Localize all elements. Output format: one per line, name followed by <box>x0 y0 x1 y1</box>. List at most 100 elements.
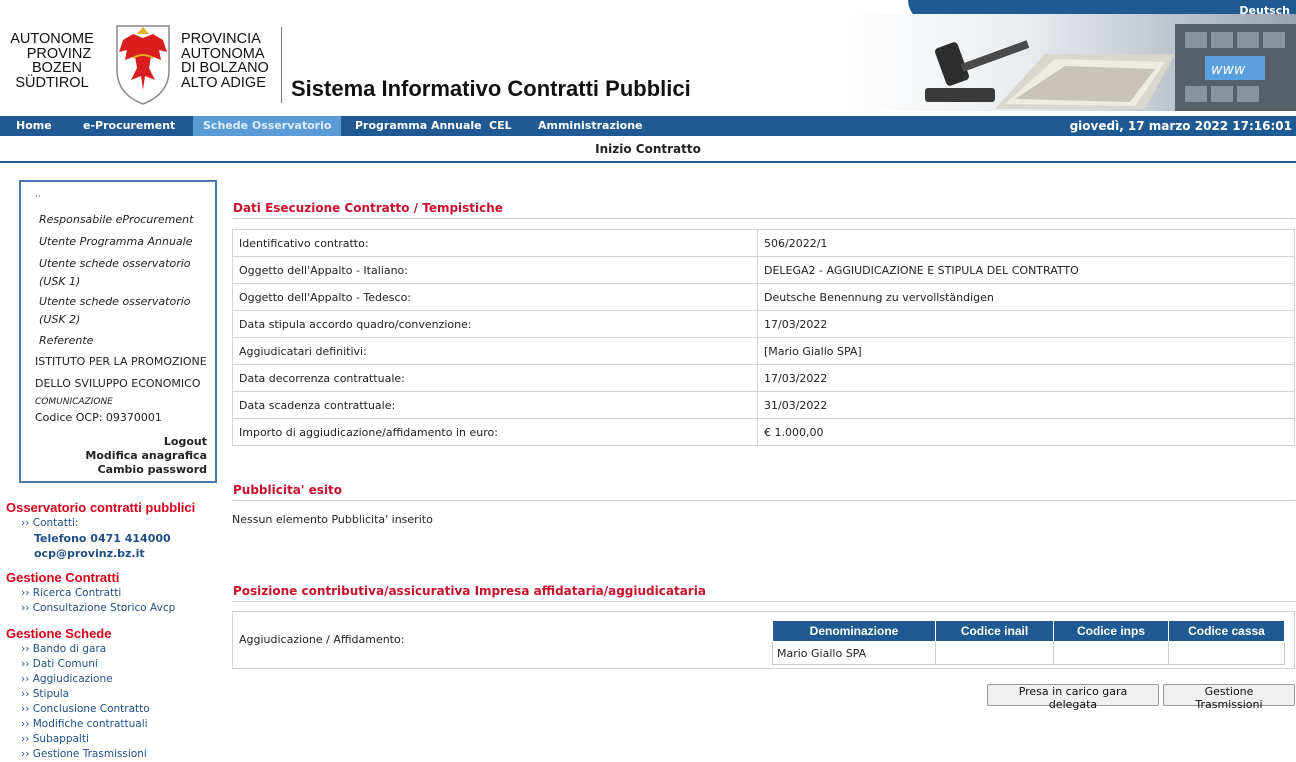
province-logo: AUTONOME PROVINZ BOZEN SÜDTIROL PROVINCI… <box>6 24 278 106</box>
pubblicita-section-title: Pubblicita' esito <box>233 483 1295 501</box>
column-header: Denominazione <box>772 620 936 642</box>
sidebar-item-label: Bando di gara <box>32 643 107 655</box>
logo-text-german: AUTONOME PROVINZ BOZEN SÜDTIROL <box>6 32 98 90</box>
field-value: 506/2022/1 <box>757 229 1295 257</box>
gestione-schede-heading: Gestione Schede <box>6 626 112 641</box>
role-list-marker: ·· <box>35 192 41 202</box>
posizione-section-title: Posizione contributiva/assicurativa Impr… <box>233 584 1295 602</box>
svg-text:www: www <box>1211 62 1246 78</box>
table-row: Data decorrenza contrattuale: 17/03/2022 <box>232 364 1295 392</box>
column-header: Codice inps <box>1053 620 1169 642</box>
main-nav: Home e-Procurement Schede Osservatorio P… <box>0 116 1296 136</box>
field-label: Aggiudicatari definitivi: <box>232 337 758 365</box>
table-row: Oggetto dell'Appalto - Italiano: DELEGA2 … <box>232 256 1295 284</box>
role-item: Utente schede osservatorio (USK 2) <box>39 295 191 326</box>
nav-home[interactable]: Home <box>16 116 52 136</box>
logo-line: ALTO ADIGE <box>181 74 266 91</box>
table-row: Data scadenza contrattuale: 31/03/2022 <box>232 391 1295 419</box>
table-row: Data stipula accordo quadro/convenzione:… <box>232 310 1295 338</box>
organization-unit: COMUNICAZIONE <box>35 397 113 407</box>
current-datetime: giovedì, 17 marzo 2022 17:16:01 <box>1069 119 1292 133</box>
column-header: Codice inail <box>935 620 1054 642</box>
sidebar-item-label: Conclusione Contratto <box>32 703 150 715</box>
sidebar-item-aggiudicazione[interactable]: ›› Aggiudicazione <box>21 673 113 685</box>
user-info-box: ·· Responsabile eProcurement Utente Prog… <box>19 180 217 483</box>
header-banner-image: www <box>845 14 1296 111</box>
gestione-trasmissioni-button[interactable]: Gestione Trasmissioni <box>1163 684 1295 711</box>
nav-programma-annuale[interactable]: Programma Annuale <box>355 116 482 136</box>
sidebar-item-label: Gestione Trasmissioni <box>32 748 147 760</box>
logo-line: AUTONOMA <box>181 45 265 62</box>
logo-line: DI BOLZANO <box>181 60 269 76</box>
header-divider <box>281 27 282 103</box>
logo-line: SÜDTIROL <box>15 74 89 91</box>
field-value: Deutsche Benennung zu vervollständigen <box>757 283 1295 311</box>
sidebar-item-dati-comuni[interactable]: ›› Dati Comuni <box>21 658 98 670</box>
contatti-label: Contatti: <box>32 517 79 529</box>
sidebar-item-bando-di-gara[interactable]: ›› Bando di gara <box>21 643 106 655</box>
ocp-code: Codice OCP: 09370001 <box>35 411 162 424</box>
field-value: € 1.000,00 <box>757 418 1295 446</box>
nav-amministrazione[interactable]: Amministrazione <box>538 116 642 136</box>
pubblicita-empty-message: Nessun elemento Pubblicita' inserito <box>232 513 433 526</box>
field-value: DELEGA2 - AGGIUDICAZIONE E STIPULA DEL C… <box>757 256 1295 284</box>
organization-line: DELLO SVILUPPO ECONOMICO <box>35 377 201 390</box>
table-cell <box>1168 641 1285 665</box>
gestione-contratti-heading: Gestione Contratti <box>6 570 120 585</box>
role-item: Responsabile eProcurement <box>39 213 194 226</box>
field-label: Oggetto dell'Appalto - Italiano: <box>232 256 758 284</box>
logo-line: PROVINZ <box>26 45 92 62</box>
sidebar-item-label: Aggiudicazione <box>32 673 113 685</box>
dati-table: Identificativo contratto: 506/2022/1 Ogge… <box>232 229 1295 446</box>
posizione-box: Aggiudicazione / Affidamento: Denominazi… <box>232 611 1295 669</box>
sidebar-item-stipula[interactable]: ›› Stipula <box>21 688 69 700</box>
osservatorio-heading: Osservatorio contratti pubblici <box>6 500 196 515</box>
nav-eprocurement[interactable]: e-Procurement <box>83 116 175 136</box>
sidebar-item-label: Stipula <box>32 688 70 700</box>
sidebar-item-modifiche-contrattuali[interactable]: ›› Modifiche contrattuali <box>21 718 148 730</box>
sidebar-item-subappalti[interactable]: ›› Subappalti <box>21 733 89 745</box>
cambio-password-link[interactable]: Cambio password <box>98 463 207 476</box>
logout-link[interactable]: Logout <box>164 435 207 448</box>
field-label: Importo di aggiudicazione/affidamento in… <box>232 418 758 446</box>
field-label: Data scadenza contrattuale: <box>232 391 758 419</box>
table-cell: Mario Giallo SPA <box>772 641 936 665</box>
field-value: 17/03/2022 <box>757 364 1295 392</box>
field-value: 31/03/2022 <box>757 391 1295 419</box>
site-title: Sistema Informativo Contratti Pubblici <box>291 76 691 101</box>
role-item: Utente Programma Annuale <box>39 235 193 248</box>
field-label: Oggetto dell'Appalto - Tedesco: <box>232 283 758 311</box>
table-row: Identificativo contratto: 506/2022/1 <box>232 229 1295 257</box>
field-value: 17/03/2022 <box>757 310 1295 338</box>
logo-line: AUTONOME <box>10 31 94 47</box>
contact-email[interactable]: ocp@provinz.bz.it <box>34 547 145 560</box>
table-row: Aggiudicatari definitivi: [Mario Giallo S… <box>232 337 1295 365</box>
nav-schede-osservatorio[interactable]: Schede Osservatorio <box>193 116 342 136</box>
sidebar-item-conclusione-contratto[interactable]: ›› Conclusione Contratto <box>21 703 150 715</box>
table-header-row: Denominazione Codice inail Codice inps C… <box>772 620 1285 642</box>
table-row: Oggetto dell'Appalto - Tedesco: Deutsche … <box>232 283 1295 311</box>
sidebar-item-label: Dati Comuni <box>32 658 98 670</box>
logo-line: BOZEN <box>32 60 82 76</box>
dati-section-title: Dati Esecuzione Contratto / Tempistiche <box>233 201 1295 219</box>
column-header: Codice cassa <box>1168 620 1285 642</box>
nav-cel[interactable]: CEL <box>489 116 512 136</box>
eagle-shield-icon <box>116 25 170 105</box>
sidebar-item-label: Ricerca Contratti <box>32 587 122 599</box>
table-row: Mario Giallo SPA <box>772 641 1285 665</box>
sidebar-item-label: Modifiche contrattuali <box>32 718 148 730</box>
field-value: [Mario Giallo SPA] <box>757 337 1295 365</box>
sidebar-item-label: Consultazione Storico Avcp <box>32 602 176 614</box>
table-cell <box>1053 641 1169 665</box>
logo-text-italian: PROVINCIA AUTONOMA DI BOLZANO ALTO ADIGE <box>181 32 269 90</box>
presa-in-carico-button[interactable]: Presa in carico gara delegata <box>987 684 1159 711</box>
role-item: Utente schede osservatorio (USK 1) <box>39 257 191 288</box>
sidebar-item-gestione-trasmissioni[interactable]: ›› Gestione Trasmissioni <box>21 748 147 760</box>
table-cell <box>935 641 1054 665</box>
contatti-link[interactable]: ›› Contatti: <box>21 517 78 529</box>
sidebar-item-ricerca-contratti[interactable]: ›› Ricerca Contratti <box>21 587 121 599</box>
imprese-table: Denominazione Codice inail Codice inps C… <box>772 620 1285 665</box>
sidebar-item-consultazione-avcp[interactable]: ›› Consultazione Storico Avcp <box>21 602 175 614</box>
modifica-anagrafica-link[interactable]: Modifica anagrafica <box>85 449 207 462</box>
posizione-label: Aggiudicazione / Affidamento: <box>239 633 405 646</box>
